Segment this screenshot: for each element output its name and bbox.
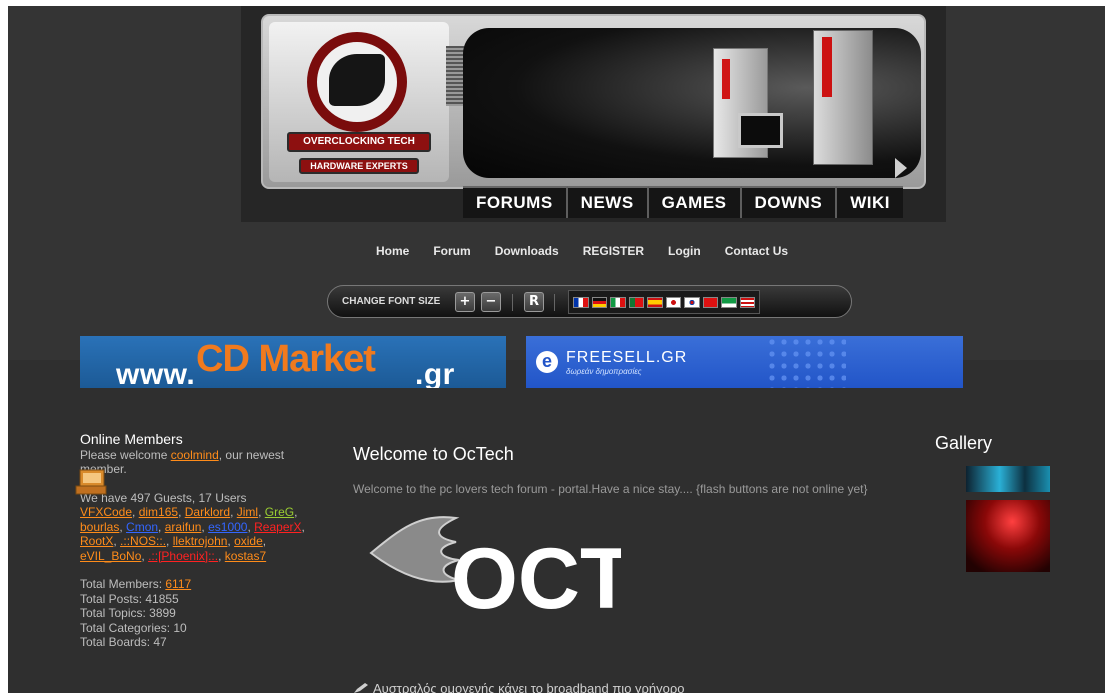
welcome-message: Welcome to the pc lovers tech forum - po… (353, 482, 868, 496)
font-decrease-button[interactable]: − (481, 292, 501, 312)
oct-logo-text: OCT (451, 531, 621, 627)
logo-bottom-ribbon: HARDWARE EXPERTS (299, 158, 419, 174)
freesell-subtitle: δωρεάν δημοπρασίες (566, 367, 642, 376)
nav-news-button[interactable]: NEWS (567, 186, 649, 218)
italy-flag-icon[interactable] (610, 297, 626, 308)
guests-line: We have 497 Guests, 17 Users (80, 490, 247, 505)
header-banner: OVERCLOCKING TECH HARDWARE EXPERTS FORUM… (241, 6, 946, 222)
font-reset-button[interactable]: R (524, 292, 544, 312)
freesell-e-icon: e (536, 351, 558, 373)
online-user-link[interactable]: llektrojohn (173, 534, 228, 548)
nav-forums-button[interactable]: FORUMS (463, 186, 568, 218)
banner-screen-image (463, 28, 921, 178)
font-size-label: CHANGE FONT SIZE (342, 296, 441, 307)
cd-market-ad[interactable]: www. CD Market .gr (80, 336, 506, 388)
banner-nav: FORUMS NEWS GAMES DOWNS WIKI (463, 186, 903, 218)
online-user-link[interactable]: VFXCode (80, 505, 132, 519)
online-user-list: VFXCode, dim165, Darklord, Jiml, GreG, b… (80, 505, 305, 563)
japan-flag-icon[interactable] (665, 297, 681, 308)
online-user-link[interactable]: RootX (80, 534, 113, 548)
divider (554, 294, 555, 311)
welcome-text: Please welcome coolmind, our newest memb… (80, 447, 285, 477)
nav-wiki-button[interactable]: WIKI (837, 186, 903, 218)
online-user-link[interactable]: .::[Phoenix]::. (148, 549, 218, 563)
freesell-ad[interactable]: e FREESELL.GR δωρεάν δημοπρασίες (526, 336, 963, 388)
font-size-bar: CHANGE FONT SIZE + − R (327, 285, 852, 318)
online-user-link[interactable]: ReaperX (254, 520, 301, 534)
font-increase-button[interactable]: + (455, 292, 475, 312)
china-flag-icon[interactable] (702, 297, 718, 308)
news-item[interactable]: Αυστραλός ομογενής κάνει το broadband πι… (353, 681, 685, 693)
nav-games-button[interactable]: GAMES (648, 186, 742, 218)
next-arrow-icon[interactable] (895, 158, 907, 178)
gallery-thumbnail[interactable] (966, 466, 1050, 492)
top-links: Home Forum Downloads REGISTER Login Cont… (376, 244, 812, 258)
germany-flag-icon[interactable] (591, 297, 607, 308)
online-user-link[interactable]: Darklord (185, 505, 230, 519)
gallery-thumbnail[interactable] (966, 500, 1050, 572)
link-forum[interactable]: Forum (433, 244, 470, 258)
online-user-link[interactable]: GreG (265, 505, 294, 519)
banner-frame: OVERCLOCKING TECH HARDWARE EXPERTS (261, 14, 926, 189)
monitor-icon (738, 113, 783, 148)
divider (512, 294, 513, 311)
spain-flag-icon[interactable] (647, 297, 663, 308)
arabic-flag-icon[interactable] (721, 297, 737, 308)
online-user-link[interactable]: .::NOS::. (120, 534, 166, 548)
online-user-link[interactable]: Jiml (237, 505, 258, 519)
total-members: Total Members: 6117 (80, 577, 192, 591)
online-user-link[interactable]: es1000 (208, 520, 247, 534)
ad-cd-market-title: CD Market (196, 338, 376, 380)
avatar (75, 469, 107, 495)
online-members-title: Online Members (80, 431, 183, 447)
link-register[interactable]: REGISTER (583, 244, 644, 258)
pc-tower-icon (813, 30, 873, 165)
forum-stats: Total Members: 6117 Total Posts: 41855 T… (80, 577, 320, 650)
online-user-link[interactable]: oxide (234, 534, 263, 548)
usa-flag-icon[interactable] (739, 297, 755, 308)
pencil-icon (354, 683, 368, 693)
total-boards: Total Boards: 47 (80, 635, 167, 649)
total-categories: Total Categories: 10 (80, 620, 187, 635)
online-user-link[interactable]: dim165 (139, 505, 178, 519)
link-home[interactable]: Home (376, 244, 409, 258)
online-user-link[interactable]: kostas7 (225, 549, 266, 563)
korea-flag-icon[interactable] (684, 297, 700, 308)
page-title: Welcome to OcTech (353, 444, 514, 464)
online-user-link[interactable]: Cmon (126, 520, 158, 534)
link-login[interactable]: Login (668, 244, 701, 258)
nav-downs-button[interactable]: DOWNS (741, 186, 838, 218)
hexagon-pattern (766, 336, 846, 388)
logo-flame-icon (329, 54, 385, 106)
newest-member-link[interactable]: coolmind (171, 448, 219, 462)
link-downloads[interactable]: Downloads (495, 244, 559, 258)
logo-top-ribbon: OVERCLOCKING TECH (287, 132, 431, 152)
total-members-link[interactable]: 6117 (165, 577, 191, 591)
total-posts: Total Posts: 41855 (80, 591, 179, 606)
link-contact-us[interactable]: Contact Us (725, 244, 788, 258)
online-user-link[interactable]: bourlas (80, 520, 119, 534)
online-members-panel: Online Members Please welcome coolmind, … (75, 431, 320, 650)
gallery-title: Gallery (935, 433, 993, 453)
france-flag-icon[interactable] (573, 297, 589, 308)
total-topics: Total Topics: 3899 (80, 606, 176, 620)
online-user-link[interactable]: araifun (165, 520, 202, 534)
portugal-flag-icon[interactable] (628, 297, 644, 308)
freesell-title: FREESELL.GR (566, 349, 688, 366)
language-flags (568, 290, 760, 314)
page-background: OVERCLOCKING TECH HARDWARE EXPERTS FORUM… (8, 6, 1105, 693)
online-user-link[interactable]: eVIL_BoNo (80, 549, 141, 563)
ad-suffix-text: .gr (415, 358, 455, 388)
ad-www-text: www. (116, 358, 196, 388)
oct-logo-icon: OCT (369, 516, 621, 627)
banner-grille (446, 46, 464, 106)
site-logo[interactable]: OVERCLOCKING TECH HARDWARE EXPERTS (269, 22, 449, 182)
